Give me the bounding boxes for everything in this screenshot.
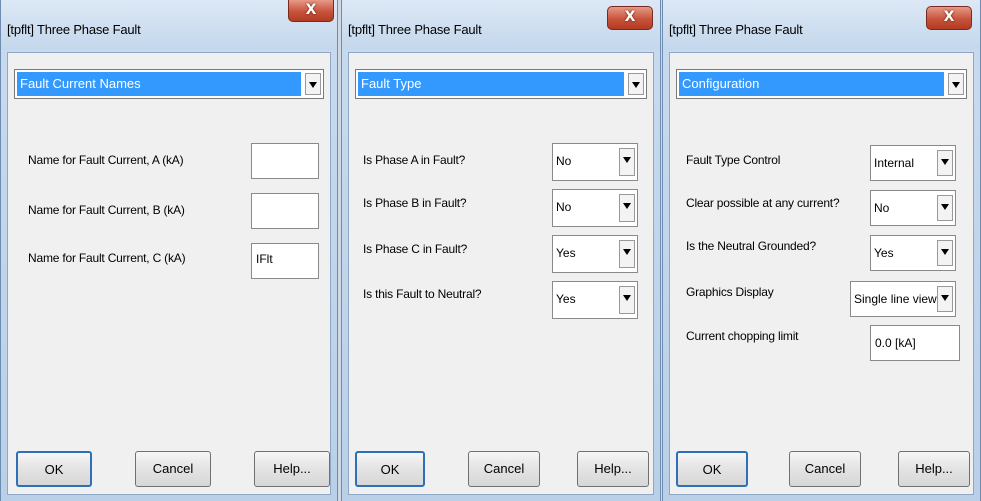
cancel-button[interactable]: Cancel: [135, 451, 211, 487]
section-dropdown-value: Fault Type: [358, 72, 624, 96]
fault-current-b-input[interactable]: [251, 193, 319, 229]
help-button[interactable]: Help...: [898, 451, 970, 487]
select-value: Internal: [874, 156, 915, 170]
cancel-button[interactable]: Cancel: [468, 451, 540, 487]
select-value: Yes: [556, 292, 576, 306]
close-icon: X: [943, 9, 955, 25]
field-label: Name for Fault Current, A (kA): [28, 153, 184, 167]
dialog-body: Configuration Fault Type Control Interna…: [669, 52, 974, 495]
field-label: Name for Fault Current, C (kA): [28, 251, 186, 265]
field-label: Is the Neutral Grounded?: [686, 239, 816, 253]
section-dropdown[interactable]: Fault Current Names: [14, 69, 324, 99]
phase-c-fault-select[interactable]: Yes: [552, 235, 638, 273]
select-value: No: [556, 154, 572, 168]
field-label: Is Phase B in Fault?: [363, 196, 467, 210]
clear-any-current-select[interactable]: No: [870, 190, 956, 226]
select-value: Yes: [556, 246, 576, 260]
select-value: Yes: [874, 246, 894, 260]
close-button[interactable]: X: [288, 0, 334, 22]
field-label: Clear possible at any current?: [686, 196, 840, 210]
chevron-down-icon[interactable]: [619, 240, 635, 268]
phase-a-fault-select[interactable]: No: [552, 143, 638, 181]
current-chopping-limit-input[interactable]: 0.0 [kA]: [870, 325, 960, 361]
section-dropdown[interactable]: Configuration: [676, 69, 967, 99]
neutral-grounded-select[interactable]: Yes: [870, 235, 956, 271]
dialog-body: Fault Type Is Phase A in Fault? No Is Ph…: [348, 52, 654, 495]
close-button[interactable]: X: [607, 6, 653, 30]
close-icon: X: [305, 2, 317, 18]
select-value: Single line view: [854, 292, 937, 306]
chevron-down-icon[interactable]: [628, 73, 644, 95]
chevron-down-icon[interactable]: [937, 195, 953, 221]
window-title: [tpflt] Three Phase Fault: [669, 22, 803, 37]
help-button[interactable]: Help...: [577, 451, 649, 487]
field-label: Is Phase C in Fault?: [363, 242, 468, 256]
close-button[interactable]: X: [926, 6, 972, 30]
window-title: [tpflt] Three Phase Fault: [7, 22, 141, 37]
dialog-body: Fault Current Names Name for Fault Curre…: [7, 52, 331, 495]
fault-current-a-input[interactable]: [251, 143, 319, 179]
chevron-down-icon[interactable]: [937, 240, 953, 266]
fault-to-neutral-select[interactable]: Yes: [552, 281, 638, 319]
chevron-down-icon[interactable]: [937, 286, 953, 312]
dialog-fault-current-names: [tpflt] Three Phase Fault X Fault Curren…: [0, 0, 338, 501]
chevron-down-icon[interactable]: [305, 73, 321, 95]
field-label: Current chopping limit: [686, 329, 799, 343]
window-title: [tpflt] Three Phase Fault: [348, 22, 482, 37]
ok-button[interactable]: OK: [676, 451, 748, 487]
chevron-down-icon[interactable]: [948, 73, 964, 95]
phase-b-fault-select[interactable]: No: [552, 189, 638, 227]
chevron-down-icon[interactable]: [619, 194, 635, 222]
dialog-configuration: [tpflt] Three Phase Fault X Configuratio…: [662, 0, 981, 501]
field-label: Fault Type Control: [686, 153, 781, 167]
fault-type-control-select[interactable]: Internal: [870, 145, 956, 181]
field-label: Name for Fault Current, B (kA): [28, 203, 185, 217]
graphics-display-select[interactable]: Single line view: [850, 281, 956, 317]
ok-button[interactable]: OK: [16, 451, 92, 487]
section-dropdown-value: Configuration: [679, 72, 944, 96]
close-icon: X: [624, 9, 636, 25]
field-label: Is Phase A in Fault?: [363, 153, 466, 167]
chevron-down-icon[interactable]: [619, 148, 635, 176]
field-label: Is this Fault to Neutral?: [363, 287, 482, 301]
chevron-down-icon[interactable]: [619, 286, 635, 314]
select-value: No: [556, 200, 572, 214]
ok-button[interactable]: OK: [355, 451, 425, 487]
dialog-fault-type: [tpflt] Three Phase Fault X Fault Type I…: [341, 0, 661, 501]
section-dropdown[interactable]: Fault Type: [355, 69, 647, 99]
fault-current-c-input[interactable]: IFlt: [251, 243, 319, 279]
title-bar: [tpflt] Three Phase Fault: [1, 0, 337, 50]
select-value: No: [874, 201, 890, 215]
help-button[interactable]: Help...: [254, 451, 330, 487]
chevron-down-icon[interactable]: [937, 150, 953, 176]
field-label: Graphics Display: [686, 285, 774, 299]
cancel-button[interactable]: Cancel: [789, 451, 861, 487]
section-dropdown-value: Fault Current Names: [17, 72, 301, 96]
